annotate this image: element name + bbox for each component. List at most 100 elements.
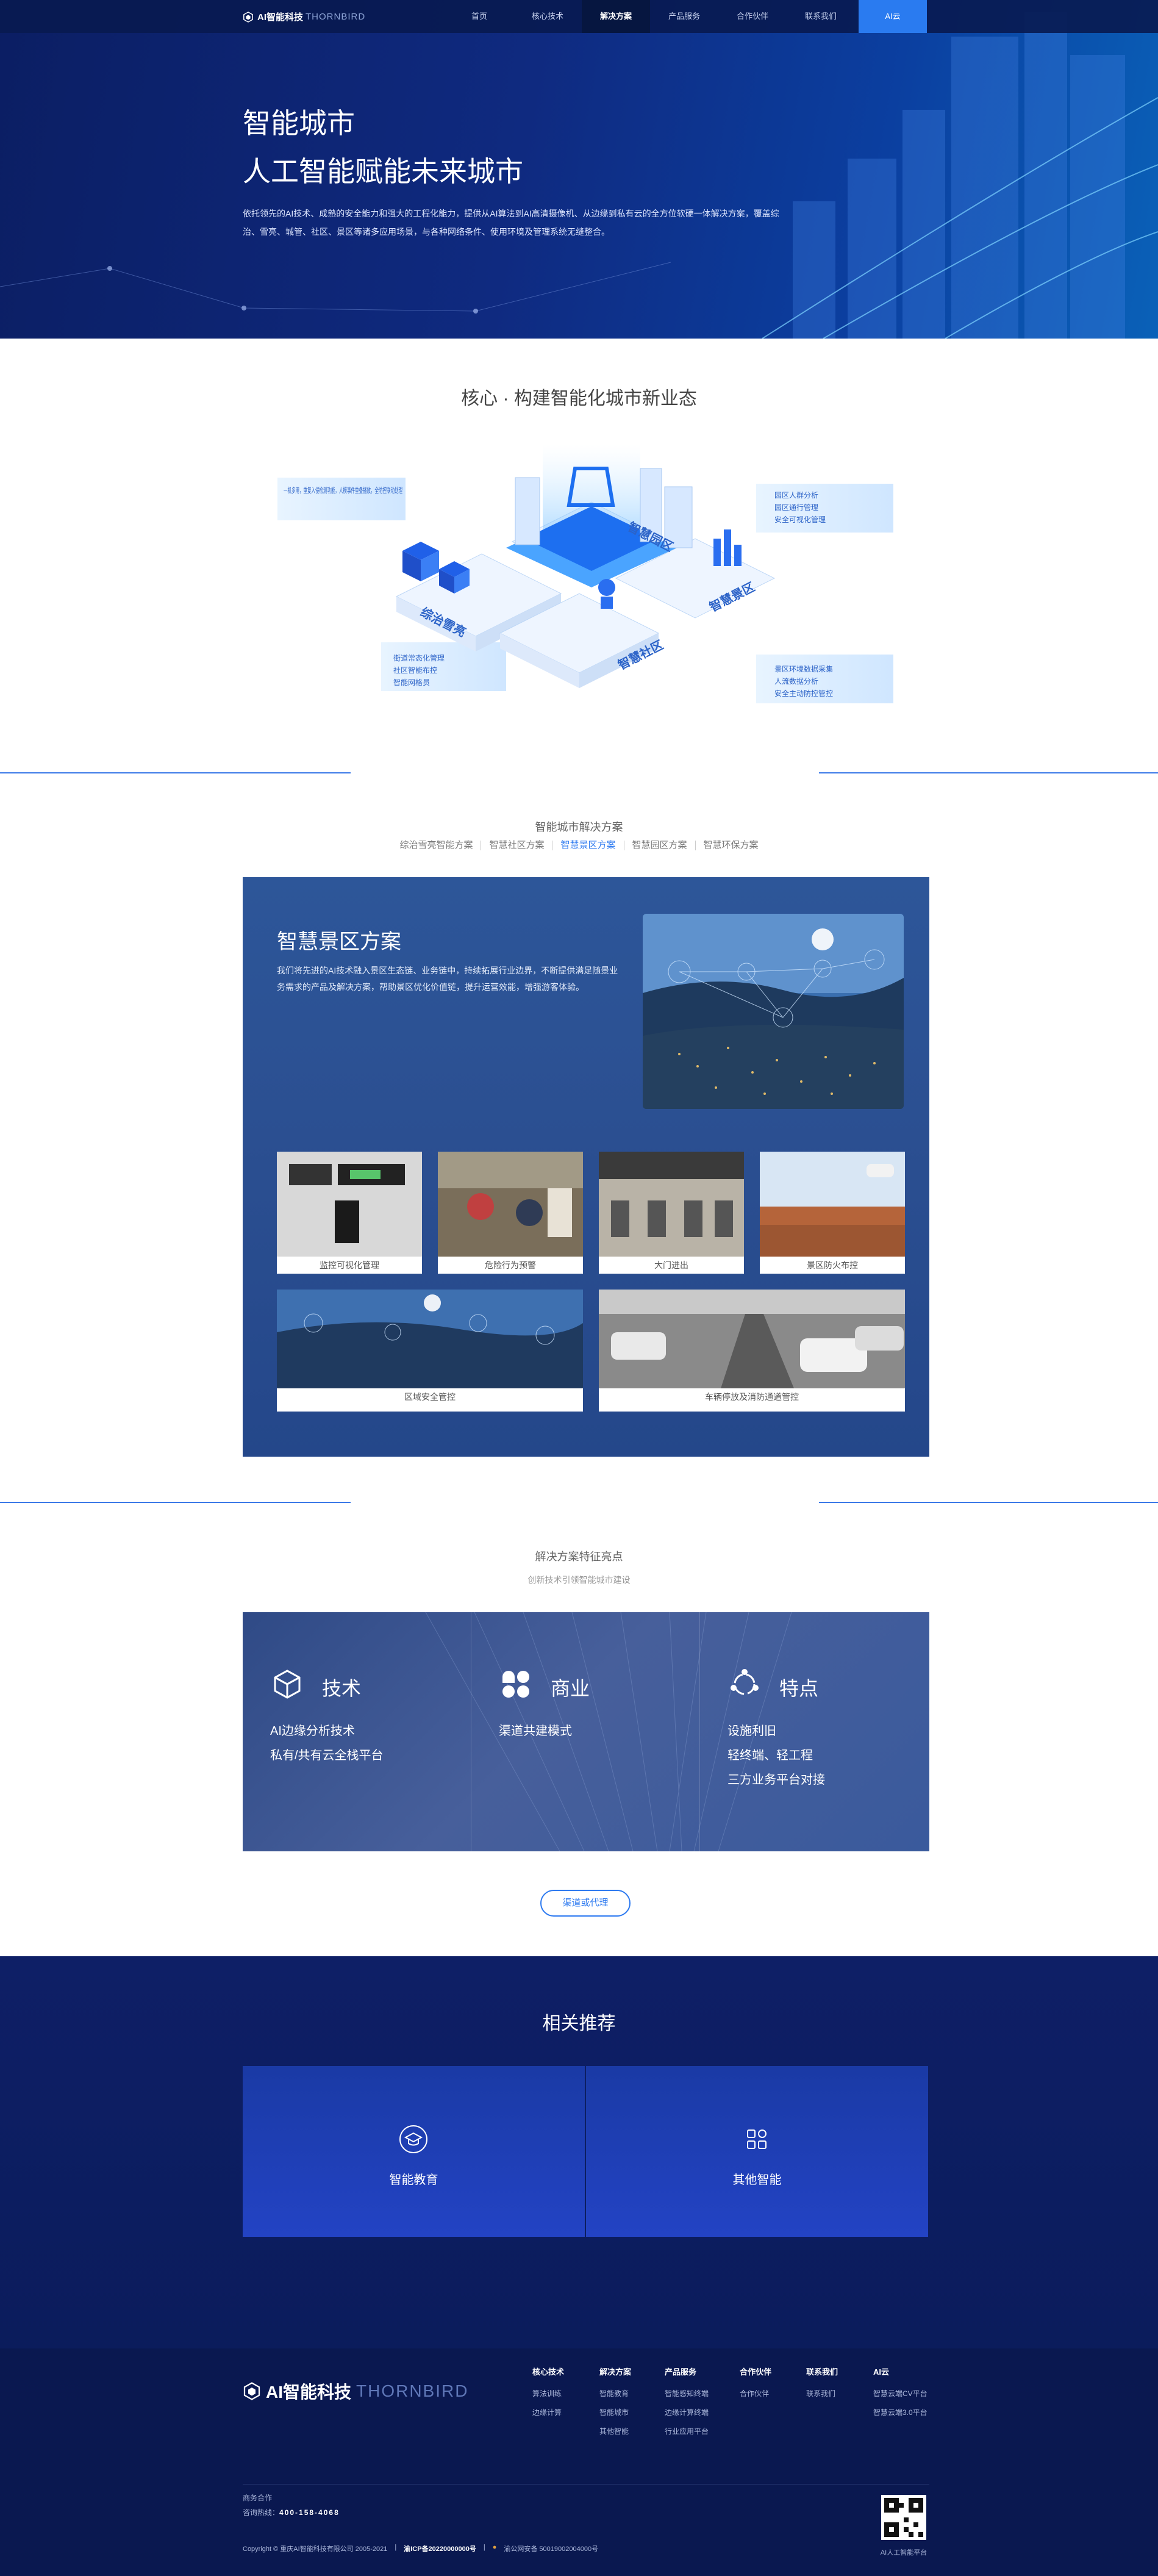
zongzhi-item-2: 社区智能布控 xyxy=(393,666,437,675)
scenic-description: 我们将先进的AI技术融入景区生态链、业务链中，持续拓展行业边界，不断提供满足随景… xyxy=(277,966,618,992)
footer-link[interactable]: 算法训练 xyxy=(532,2388,564,2398)
brand-name: AI智能科技 xyxy=(257,12,304,23)
grid-icon xyxy=(747,2129,767,2149)
features-subheading: 创新技术引领智能城市建设 xyxy=(527,1575,631,1585)
tab-scenic[interactable]: 智慧景区方案 xyxy=(552,841,624,850)
footer-column-solutions: 解决方案 智能教育 智能城市 其他智能 xyxy=(599,2366,631,2445)
footer-link[interactable]: 合作伙伴 xyxy=(740,2388,771,2398)
card-fire-prevention[interactable]: 景区防火布控 xyxy=(760,1152,905,1274)
tab-zongzhi[interactable]: 综治雪亮智能方案 xyxy=(391,841,482,850)
jingqu-item-3: 安全主动防控管控 xyxy=(774,689,833,698)
card-parking-fire-lane[interactable]: 车辆停放及消防通道管控 xyxy=(599,1290,905,1412)
footer-column-head[interactable]: 合作伙伴 xyxy=(740,2366,771,2377)
police-record[interactable]: 渝公网安备 50019002004000号 xyxy=(504,2544,598,2553)
crowd-photo xyxy=(438,1152,583,1257)
solutions-heading: 智能城市解决方案 xyxy=(535,821,623,833)
feature-line: 私有/共有云全栈平台 xyxy=(270,1749,384,1762)
feature-title: 技术 xyxy=(322,1677,362,1699)
separator: | xyxy=(483,2544,485,2551)
footer-link[interactable]: 行业应用平台 xyxy=(665,2426,709,2436)
card-caption: 监控可视化管理 xyxy=(320,1260,379,1270)
nav-item-solutions[interactable]: 解决方案 xyxy=(582,0,650,33)
clover-icon xyxy=(502,1671,529,1698)
left-note: 一机多用，重复入侵检测功能，人模事件重叠播放，全防控联动处理 xyxy=(284,486,402,495)
footer-logo-text: AI智能科技 xyxy=(266,2383,352,2402)
card-monitor-visualization[interactable]: 监控可视化管理 xyxy=(277,1152,422,1274)
footer-column-products: 产品服务 智能感知终端 边缘计算终端 行业应用平台 xyxy=(665,2366,709,2445)
footer-link[interactable]: 边缘计算终端 xyxy=(665,2407,709,2417)
footer-link[interactable]: 智能感知终端 xyxy=(665,2388,709,2398)
cycle-icon xyxy=(731,1669,759,1695)
qr-code-image xyxy=(884,2498,923,2537)
footer-link[interactable]: 智慧云端3.0平台 xyxy=(873,2407,927,2417)
yuanqu-item-1: 园区人群分析 xyxy=(774,491,818,500)
qr-caption: AI人工智能平台 xyxy=(880,2549,927,2556)
tab-environment[interactable]: 智慧环保方案 xyxy=(696,841,767,850)
footer-link[interactable]: 智慧云端CV平台 xyxy=(873,2388,927,2398)
channel-agent-button[interactable]: 渠道或代理 xyxy=(540,1890,631,1917)
hexagon-logo-icon xyxy=(243,2382,260,2400)
nav-item-contact[interactable]: 联系我们 xyxy=(787,0,855,33)
related-card-education[interactable]: 智能教育 xyxy=(243,2066,585,2237)
footer-logo[interactable]: AI智能科技 THORNBIRD xyxy=(243,2379,468,2403)
footer-column-head[interactable]: 核心技术 xyxy=(532,2366,564,2377)
footer-column-head[interactable]: 联系我们 xyxy=(806,2366,838,2377)
yuanqu-item-2: 园区通行管理 xyxy=(774,503,818,512)
related-card-other[interactable]: 其他智能 xyxy=(586,2066,928,2237)
footer-column-contact: 联系我们 联系我们 xyxy=(806,2366,838,2407)
nav-item-core-tech[interactable]: 核心技术 xyxy=(513,0,582,33)
features-heading: 解决方案特征亮点 xyxy=(535,1551,623,1563)
nav-item-home[interactable]: 首页 xyxy=(445,0,513,33)
city-skyline-illustration xyxy=(0,12,1158,339)
feature-title: 特点 xyxy=(779,1677,819,1699)
nav-item-ai-cloud[interactable]: AI云 xyxy=(859,0,927,33)
footer-link[interactable]: 联系我们 xyxy=(806,2388,838,2398)
feature-line: 三方业务平台对接 xyxy=(727,1773,825,1787)
tab-community[interactable]: 智慧社区方案 xyxy=(481,841,553,850)
feature-line: 轻终端、轻工程 xyxy=(727,1749,813,1762)
section-divider-left xyxy=(0,1502,351,1503)
solution-tabs: 综治雪亮智能方案 智慧社区方案 智慧景区方案 智慧园区方案 智慧环保方案 xyxy=(0,841,1158,850)
footer-column-head[interactable]: AI云 xyxy=(873,2366,927,2377)
scenic-solution-panel: 智慧景区方案 我们将先进的AI技术融入景区生态链、业务链中，持续拓展行业边界，不… xyxy=(243,877,929,1457)
feature-tech: 技术 AI边缘分析技术 私有/共有云全栈平台 xyxy=(243,1612,471,1851)
zongzhi-item-3: 智能网格员 xyxy=(393,678,430,687)
footer-column-head[interactable]: 解决方案 xyxy=(599,2366,631,2377)
isometric-city-illustration: 综治雪亮 智慧园区 智慧社区 智慧景区 一机多用，重复入侵检测功能，人模事件重叠… xyxy=(277,444,893,703)
scenic-night-city-image xyxy=(643,914,904,1109)
footer-link[interactable]: 边缘计算 xyxy=(532,2407,564,2417)
footer-link[interactable]: 其他智能 xyxy=(599,2426,631,2436)
monitor-room-photo xyxy=(277,1152,422,1257)
footer-link[interactable]: 智能城市 xyxy=(599,2407,631,2417)
footer-link[interactable]: 智能教育 xyxy=(599,2388,631,2398)
card-gate-access[interactable]: 大门进出 xyxy=(599,1152,744,1274)
business-label: 商务合作 xyxy=(243,2494,273,2502)
yuanqu-item-3: 安全可视化管理 xyxy=(774,515,826,524)
top-navigation: AI智能科技 THORNBIRD 首页 核心技术 解决方案 产品服务 合作伙伴 … xyxy=(0,0,1158,33)
hotline-number[interactable]: 400-158-4068 xyxy=(279,2508,340,2517)
related-card-label: 智能教育 xyxy=(389,2173,438,2187)
related-heading: 相关推荐 xyxy=(542,2014,616,2034)
card-caption: 危险行为预警 xyxy=(485,1260,536,1270)
footer-column-head[interactable]: 产品服务 xyxy=(665,2366,709,2377)
hero-title: 智能城市 xyxy=(243,107,355,139)
brand-logo[interactable]: AI智能科技 THORNBIRD xyxy=(243,10,365,23)
nav-item-products[interactable]: 产品服务 xyxy=(650,0,718,33)
hotline-label: 咨询热线： xyxy=(243,2508,280,2517)
feature-characteristics: 特点 设施利旧 轻终端、轻工程 三方业务平台对接 xyxy=(700,1612,929,1851)
card-caption: 大门进出 xyxy=(654,1260,688,1270)
feature-line: AI边缘分析技术 xyxy=(270,1724,355,1738)
gate-photo xyxy=(599,1152,744,1257)
related-section: 相关推荐 智能教育 其他智能 xyxy=(0,1956,1158,2348)
footer-divider xyxy=(243,2484,929,2485)
card-area-security[interactable]: 区域安全管控 xyxy=(277,1290,583,1412)
tab-park[interactable]: 智慧园区方案 xyxy=(624,841,696,850)
icp-number[interactable]: 渝ICP备20220000000号 xyxy=(404,2544,476,2553)
card-danger-warning[interactable]: 危险行为预警 xyxy=(438,1152,583,1274)
footer-logo-en: THORNBIRD xyxy=(356,2381,469,2400)
card-caption: 车辆停放及消防通道管控 xyxy=(705,1392,799,1402)
core-section-title: 核心 · 构建智能化城市新业态 xyxy=(461,389,697,409)
card-caption: 区域安全管控 xyxy=(404,1392,456,1402)
feature-business: 商业 渠道共建模式 xyxy=(471,1612,700,1851)
nav-item-partners[interactable]: 合作伙伴 xyxy=(718,0,787,33)
